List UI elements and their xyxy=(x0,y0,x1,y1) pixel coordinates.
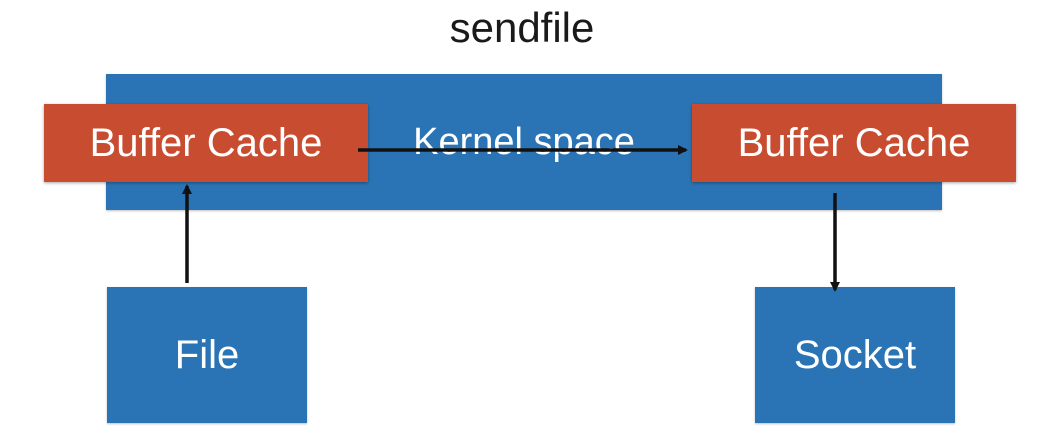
buffer-cache-right-box: Buffer Cache xyxy=(692,104,1016,182)
file-label: File xyxy=(174,332,240,377)
file-box: File xyxy=(107,287,307,423)
diagram-title: sendfile xyxy=(449,4,595,51)
buffer-cache-left-label: Buffer Cache xyxy=(89,120,323,165)
kernel-space-label: Kernel space xyxy=(413,120,635,163)
socket-box: Socket xyxy=(755,287,955,423)
buffer-cache-left-box: Buffer Cache xyxy=(44,104,368,182)
socket-label: Socket xyxy=(793,332,917,377)
buffer-cache-right-label: Buffer Cache xyxy=(737,120,971,165)
